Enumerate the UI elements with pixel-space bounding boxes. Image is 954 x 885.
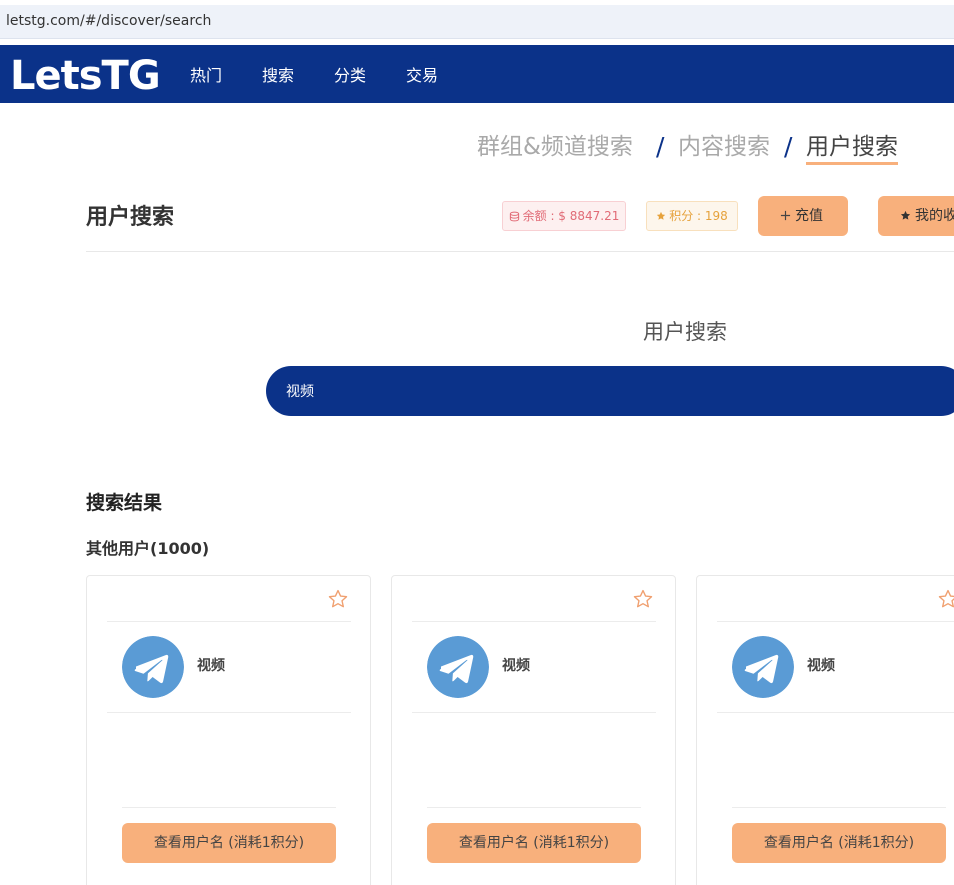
tab-group-channel-search[interactable]: 群组&频道搜索	[477, 132, 633, 162]
tab-user-search[interactable]: 用户搜索	[806, 132, 898, 165]
view-username-button[interactable]: 查看用户名 (消耗1积分)	[732, 823, 946, 863]
tab-separator: /	[784, 132, 793, 161]
points-text: 积分 : 198	[669, 209, 728, 223]
points-badge: 积分 : 198	[646, 201, 738, 231]
favorites-label: 我的收藏	[915, 208, 954, 224]
header-divider	[86, 251, 954, 252]
recharge-button[interactable]: 充值	[758, 196, 848, 236]
view-username-button[interactable]: 查看用户名 (消耗1积分)	[427, 823, 641, 863]
coins-icon	[509, 204, 520, 232]
tab-separator: /	[656, 132, 665, 161]
nav-item-trade[interactable]: 交易	[406, 66, 438, 86]
telegram-avatar-icon	[427, 636, 489, 698]
card-divider	[107, 712, 351, 713]
user-card: 视频 查看用户名 (消耗1积分)	[696, 575, 954, 885]
results-title: 搜索结果	[86, 492, 163, 514]
nav-item-category[interactable]: 分类	[334, 66, 366, 86]
search-heading: 用户搜索	[643, 320, 727, 344]
site-logo[interactable]: LetsTG	[10, 54, 161, 98]
recharge-label: 充值	[795, 208, 823, 224]
card-divider	[412, 621, 656, 622]
card-divider	[107, 621, 351, 622]
favorite-star-icon[interactable]	[327, 588, 349, 610]
tab-content-search[interactable]: 内容搜索	[678, 132, 770, 162]
telegram-avatar-icon	[122, 636, 184, 698]
card-divider	[412, 712, 656, 713]
star-icon	[900, 197, 911, 236]
user-name: 视频	[502, 658, 530, 674]
card-divider	[427, 807, 641, 808]
card-divider	[717, 621, 954, 622]
results-subtitle: 其他用户(1000)	[86, 539, 210, 558]
nav-item-hot[interactable]: 热门	[190, 66, 222, 86]
plus-icon	[780, 197, 791, 236]
top-navbar: LetsTG 热门 搜索 分类 交易	[0, 45, 954, 103]
favorites-button[interactable]: 我的收藏	[878, 196, 954, 236]
user-card: 视频 查看用户名 (消耗1积分)	[391, 575, 676, 885]
telegram-avatar-icon	[732, 636, 794, 698]
url-text[interactable]: letstg.com/#/discover/search	[6, 13, 211, 29]
favorite-star-icon[interactable]	[937, 588, 954, 610]
card-divider	[122, 807, 336, 808]
card-divider	[717, 712, 954, 713]
user-name: 视频	[197, 658, 225, 674]
view-username-button[interactable]: 查看用户名 (消耗1积分)	[122, 823, 336, 863]
search-type-tabs: 群组&频道搜索 / 内容搜索 / 用户搜索	[0, 130, 954, 170]
favorite-star-icon[interactable]	[632, 588, 654, 610]
card-divider	[732, 807, 946, 808]
user-card: 视频 查看用户名 (消耗1积分)	[86, 575, 371, 885]
star-icon	[656, 203, 666, 231]
balance-badge: 余额 : $ 8847.21	[502, 201, 626, 231]
browser-url-bar[interactable]: letstg.com/#/discover/search	[0, 5, 954, 39]
search-input[interactable]	[266, 366, 954, 416]
page-title: 用户搜索	[86, 205, 175, 230]
balance-text: 余额 : $ 8847.21	[522, 209, 620, 223]
user-name: 视频	[807, 658, 835, 674]
nav-item-search[interactable]: 搜索	[262, 66, 294, 86]
